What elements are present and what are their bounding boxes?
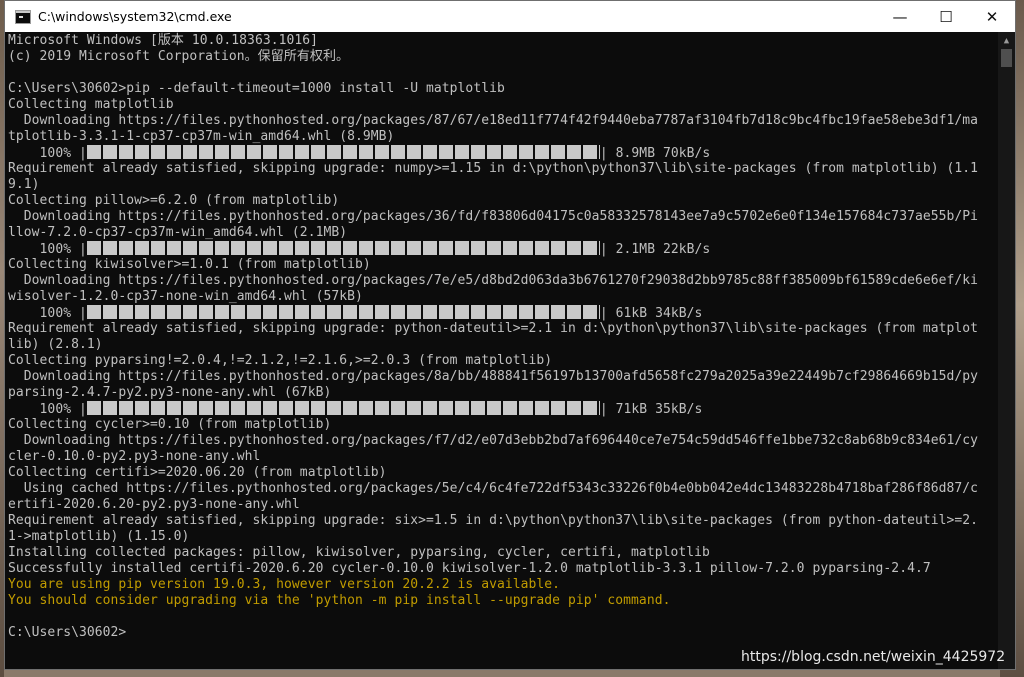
console-line: Collecting pyparsing!=2.0.4,!=2.1.2,!=2.… xyxy=(8,353,553,368)
progress-bar xyxy=(86,241,600,255)
console-line: Collecting certifi>=2020.06.20 (from mat… xyxy=(8,465,387,480)
scroll-up-arrow-icon[interactable]: ▲ xyxy=(998,32,1015,49)
progress-stats: | 2.1MB 22kB/s xyxy=(599,242,711,257)
console-line: Downloading https://files.pythonhosted.o… xyxy=(8,113,979,128)
console-line: 1->matplotlib) (1.15.0) xyxy=(8,529,190,544)
console-line: Downloading https://files.pythonhosted.o… xyxy=(8,273,979,288)
console-line: ertifi-2020.6.20-py2.py3-none-any.whl xyxy=(8,497,300,512)
console-line: Collecting kiwisolver>=1.0.1 (from matpl… xyxy=(8,257,371,272)
maximize-button[interactable]: ☐ xyxy=(923,1,969,32)
console-line: You should consider upgrading via the 'p… xyxy=(8,593,671,608)
progress-line: 100% | | 8.9MB 70kB/s xyxy=(8,145,998,161)
console-line: Requirement already satisfied, skipping … xyxy=(8,161,979,176)
watermark-text: https://blog.csdn.net/weixin_4425972 xyxy=(741,649,1006,665)
vertical-scrollbar[interactable]: ▲ xyxy=(998,32,1015,669)
title-bar[interactable]: C:\windows\system32\cmd.exe — ☐ ✕ xyxy=(5,1,1015,32)
close-icon: ✕ xyxy=(985,7,999,26)
cmd-window[interactable]: C:\windows\system32\cmd.exe — ☐ ✕ Micros… xyxy=(4,0,1016,670)
console-line: You are using pip version 19.0.3, howeve… xyxy=(8,577,561,592)
console-line: Microsoft Windows [版本 10.0.18363.1016] xyxy=(8,33,319,48)
progress-percent: 100% | xyxy=(8,402,87,417)
console-line: Installing collected packages: pillow, k… xyxy=(8,545,710,560)
console-line: C:\Users\30602> xyxy=(8,625,127,640)
console-line: Collecting matplotlib xyxy=(8,97,174,112)
progress-line: 100% | | 61kB 34kB/s xyxy=(8,305,998,321)
console-output[interactable]: Microsoft Windows [版本 10.0.18363.1016] (c… xyxy=(5,32,998,669)
console-line: Collecting cycler>=0.10 (from matplotlib… xyxy=(8,417,332,432)
progress-bar xyxy=(86,401,600,415)
console-line: Downloading https://files.pythonhosted.o… xyxy=(8,369,979,384)
console-line: parsing-2.4.7-py2.py3-none-any.whl (67kB… xyxy=(8,385,332,400)
maximize-icon: ☐ xyxy=(939,7,953,26)
console-line: 9.1) xyxy=(8,177,40,192)
console-line: lib) (2.8.1) xyxy=(8,337,103,352)
console-line: Downloading https://files.pythonhosted.o… xyxy=(8,209,979,224)
window-title: C:\windows\system32\cmd.exe xyxy=(38,9,232,24)
progress-bar xyxy=(86,145,600,159)
cmd-app-icon[interactable] xyxy=(15,9,31,24)
console-line: tplotlib-3.3.1-1-cp37-cp37m-win_amd64.wh… xyxy=(8,129,395,144)
progress-percent: 100% | xyxy=(8,146,87,161)
minimize-button[interactable]: — xyxy=(877,1,923,32)
console-line: llow-7.2.0-cp37-cp37m-win_amd64.whl (2.1… xyxy=(8,225,348,240)
console-line: Requirement already satisfied, skipping … xyxy=(8,513,979,528)
console-line: Downloading https://files.pythonhosted.o… xyxy=(8,433,979,448)
progress-percent: 100% | xyxy=(8,306,87,321)
progress-stats: | 61kB 34kB/s xyxy=(599,306,703,321)
console-line: Using cached https://files.pythonhosted.… xyxy=(8,481,979,496)
progress-percent: 100% | xyxy=(8,242,87,257)
console-line: Successfully installed certifi-2020.6.20… xyxy=(8,561,931,576)
minimize-icon: — xyxy=(892,7,908,26)
progress-stats: | 8.9MB 70kB/s xyxy=(599,146,711,161)
progress-line: 100% | | 2.1MB 22kB/s xyxy=(8,241,998,257)
console-line: Requirement already satisfied, skipping … xyxy=(8,321,979,336)
scrollbar-thumb[interactable] xyxy=(1001,49,1012,67)
progress-line: 100% | | 71kB 35kB/s xyxy=(8,401,998,417)
console-line: Collecting pillow>=6.2.0 (from matplotli… xyxy=(8,193,340,208)
close-button[interactable]: ✕ xyxy=(969,1,1015,32)
progress-bar xyxy=(86,305,600,319)
console-line: cler-0.10.0-py2.py3-none-any.whl xyxy=(8,449,261,464)
console-line: (c) 2019 Microsoft Corporation。保留所有权利。 xyxy=(8,49,350,64)
console-line: wisolver-1.2.0-cp37-none-win_amd64.whl (… xyxy=(8,289,363,304)
console-line: C:\Users\30602>pip --default-timeout=100… xyxy=(8,81,505,96)
progress-stats: | 71kB 35kB/s xyxy=(599,402,703,417)
